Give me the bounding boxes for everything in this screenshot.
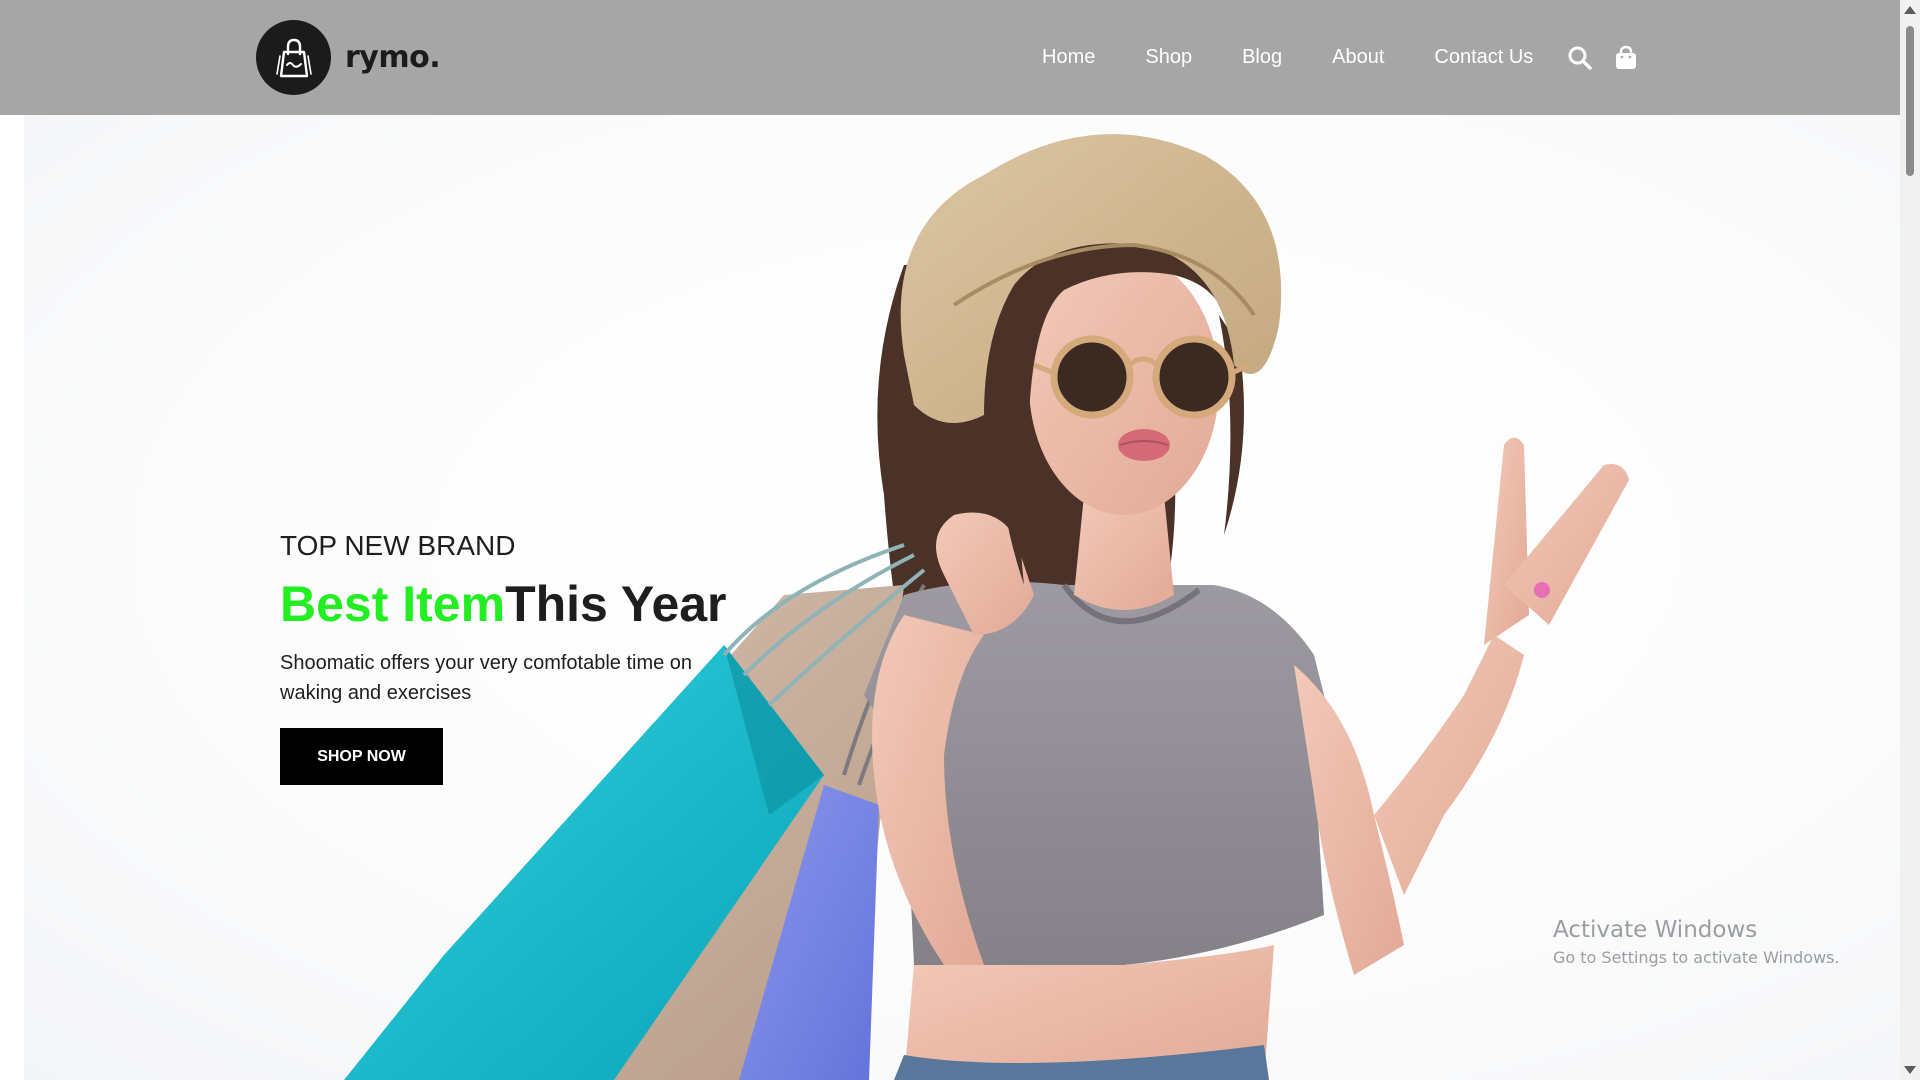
site-header: rymo. Home Shop Blog About Contact Us (0, 0, 1900, 115)
vertical-scrollbar[interactable] (1900, 0, 1920, 1080)
hero-eyebrow: TOP NEW BRAND (280, 530, 516, 561)
headline-rest: This Year (505, 576, 727, 632)
hero-description: Shoomatic offers your very comfotable ti… (280, 652, 693, 704)
shop-now-button[interactable]: SHOP NOW (280, 728, 443, 785)
hero-headline: Best ItemThis Year (280, 574, 727, 634)
nav-blog[interactable]: Blog (1242, 46, 1282, 69)
windows-activation-watermark: Activate Windows Go to Settings to activ… (1553, 915, 1840, 971)
page-margin (0, 115, 24, 1080)
nav-shop[interactable]: Shop (1145, 46, 1192, 69)
nav-about[interactable]: About (1332, 46, 1384, 69)
nav-contact-us[interactable]: Contact Us (1434, 46, 1533, 69)
watermark-title: Activate Windows (1553, 917, 1758, 943)
page: rymo. Home Shop Blog About Contact Us TO… (0, 0, 1920, 1080)
shopping-bag-logo-icon (256, 20, 331, 95)
scroll-thumb[interactable] (1906, 26, 1914, 176)
brand-logo[interactable]: rymo. (256, 20, 441, 95)
shopping-bag-icon[interactable] (1613, 45, 1639, 71)
search-icon[interactable] (1567, 45, 1593, 71)
brand-name: rymo. (345, 40, 441, 75)
main-nav: Home Shop Blog About Contact Us (1042, 0, 1659, 115)
scroll-down-arrow-icon[interactable] (1904, 1066, 1916, 1074)
nav-home[interactable]: Home (1042, 46, 1095, 69)
scroll-up-arrow-icon[interactable] (1904, 6, 1916, 14)
watermark-subtitle: Go to Settings to activate Windows. (1553, 948, 1840, 967)
hero-copy: TOP NEW BRAND Best ItemThis Year Shoomat… (280, 528, 727, 785)
headline-accent: Best Item (280, 576, 506, 632)
